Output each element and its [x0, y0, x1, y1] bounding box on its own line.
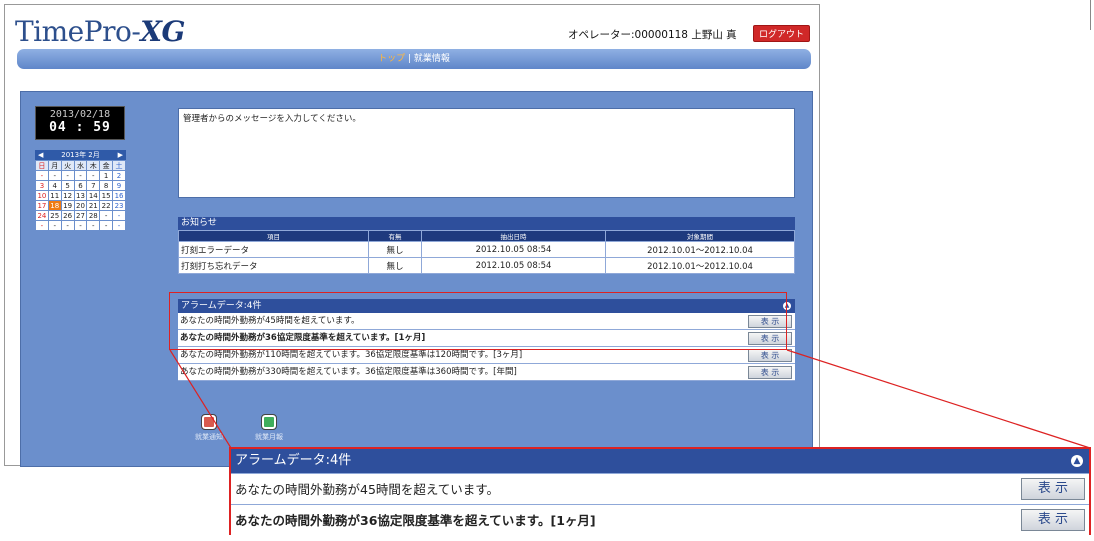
zoom-collapse-up-icon[interactable]: ▲: [1071, 455, 1083, 467]
zoom-alarm-title: アラームデータ:4件 ▲: [231, 449, 1089, 473]
zoom-show-button[interactable]: 表 示: [1021, 478, 1085, 500]
zoomed-alarm-panel: アラームデータ:4件 ▲ あなたの時間外勤務が45時間を超えています。表 示 あな…: [229, 447, 1091, 535]
callout-line-left: [169, 349, 232, 449]
zoom-show-button[interactable]: 表 示: [1021, 509, 1085, 531]
callout-line-right: [786, 349, 1091, 449]
list-item: あなたの時間外勤務が36協定限度基準を超えています。[1ヶ月] 表 示: [231, 504, 1089, 535]
list-item: あなたの時間外勤務が45時間を超えています。表 示: [231, 473, 1089, 504]
